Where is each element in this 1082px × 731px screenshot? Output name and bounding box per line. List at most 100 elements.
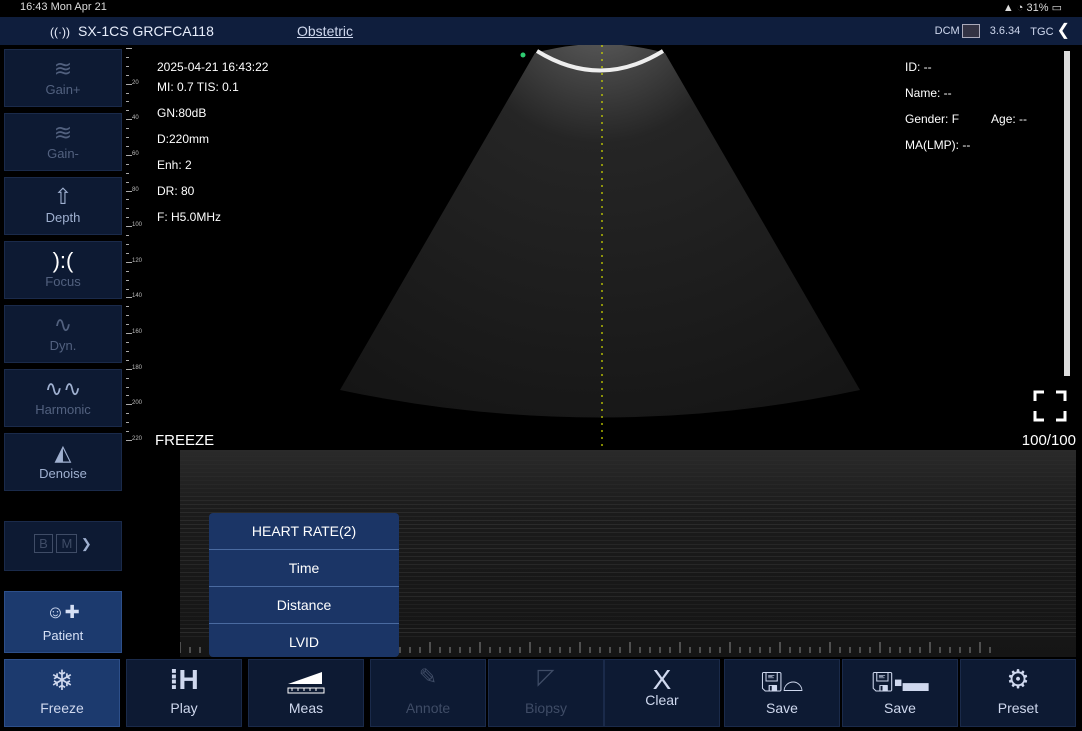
depth-label: Depth — [5, 210, 121, 225]
acquisition-info: 2025-04-21 16:43:22 MI: 0.7 TIS: 0.1 GN:… — [157, 54, 268, 230]
focus-button[interactable]: ):( Focus — [4, 241, 122, 299]
focus-icon: ):( — [5, 248, 121, 274]
m-mode-line — [180, 500, 1076, 501]
play-button[interactable]: ⁞H Play — [126, 659, 242, 727]
freeze-button[interactable]: ❄ Freeze — [4, 659, 120, 727]
depth-tick — [126, 66, 129, 67]
annote-button[interactable]: ✎ Annote — [370, 659, 486, 727]
biopsy-button[interactable]: ◸ Biopsy — [488, 659, 604, 727]
depth-tick-label: 220 — [132, 436, 142, 442]
gain-plus-button[interactable]: ≋ Gain+ — [4, 49, 122, 107]
save-cine-label: Save — [843, 700, 957, 716]
save-cine-button[interactable]: 🖫▪▬ Save — [842, 659, 958, 727]
dynamic-range-value: DR: 80 — [157, 178, 268, 204]
status-right: ▲ ◔ 31% ▭ — [1003, 1, 1062, 14]
patient-button[interactable]: ☺✚ Patient — [4, 591, 122, 653]
fullscreen-icon[interactable] — [1033, 390, 1067, 422]
mode-icons: B M ❯ — [5, 536, 121, 562]
preset-button[interactable]: ⚙ Preset — [960, 659, 1076, 727]
save-image-button[interactable]: 🖫⌓ Save — [724, 659, 840, 727]
patient-age: Age: -- — [991, 112, 1027, 126]
depth-tick — [126, 110, 129, 111]
depth-tick — [126, 128, 129, 129]
status-bar: 16:43 Mon Apr 21 ▲ ◔ 31% ▭ — [0, 0, 1082, 17]
depth-tick — [126, 75, 129, 76]
depth-tick — [126, 208, 129, 209]
m-mode-line — [180, 468, 1076, 469]
depth-icon: ⇧ — [5, 184, 121, 210]
depth-button[interactable]: ⇧ Depth — [4, 177, 122, 235]
patient-label: Patient — [5, 628, 121, 643]
tgc-label: TGC — [1030, 26, 1053, 38]
play-label: Play — [127, 700, 241, 716]
snowflake-icon: ❄ — [5, 664, 119, 700]
exam-preset-link[interactable]: Obstetric — [297, 23, 353, 39]
gear-icon: ⚙ — [961, 664, 1075, 700]
tgc-toggle[interactable]: TGC ❮ — [1030, 25, 1070, 38]
clear-button[interactable]: X Clear — [604, 659, 720, 727]
depth-tick — [126, 101, 129, 102]
depth-tick-label: 180 — [132, 365, 142, 371]
biopsy-icon: ◸ — [489, 664, 603, 700]
probe-indicator[interactable]: ((·)) SX-1CS GRCFCA118 — [50, 23, 214, 39]
m-mode-line — [180, 472, 1076, 473]
denoise-label: Denoise — [5, 466, 121, 481]
dcm-status[interactable]: DCM — [935, 24, 980, 38]
denoise-button[interactable]: ◭ Denoise — [4, 433, 122, 491]
depth-tick — [126, 289, 129, 290]
m-mode-line — [180, 496, 1076, 497]
patient-gender-age: Gender: F Age: -- — [905, 106, 1027, 132]
mode-b[interactable]: B — [34, 534, 53, 553]
orientation-marker — [521, 53, 526, 58]
m-mode-line — [180, 484, 1076, 485]
depth-tick-label: 200 — [132, 400, 142, 406]
depth-tick — [126, 199, 129, 200]
mode-selector[interactable]: B M ❯ — [4, 521, 122, 571]
gain-minus-button[interactable]: ≋ Gain- — [4, 113, 122, 171]
biopsy-label: Biopsy — [489, 700, 603, 716]
m-mode-line — [180, 456, 1076, 457]
m-mode-line — [180, 504, 1076, 505]
meas-button[interactable]: Meas — [248, 659, 364, 727]
meas-label: Meas — [249, 700, 363, 716]
depth-tick — [126, 93, 129, 94]
patient-info: ID: -- Name: -- Gender: F Age: -- MA(LMP)… — [905, 54, 1027, 158]
preset-label: Preset — [961, 700, 1075, 716]
menu-item-lvid[interactable]: LVID — [209, 624, 399, 660]
harmonic-button[interactable]: ∿∿ Harmonic — [4, 369, 122, 427]
harmonic-icon: ∿∿ — [5, 376, 121, 402]
gain-minus-icon: ≋ — [5, 120, 121, 146]
menu-item-heart-rate[interactable]: HEART RATE(2) — [209, 513, 399, 550]
wireless-icon: ((·)) — [50, 25, 70, 39]
depth-tick — [126, 378, 129, 379]
frequency-value: F: H5.0MHz — [157, 204, 268, 230]
mode-m[interactable]: M — [56, 534, 77, 553]
dyn-button[interactable]: ∿ Dyn. — [4, 305, 122, 363]
dyn-label: Dyn. — [5, 338, 121, 353]
depth-tick-label: 100 — [132, 222, 142, 228]
probe-name: SX-1CS GRCFCA118 — [78, 23, 214, 39]
menu-item-time[interactable]: Time — [209, 550, 399, 587]
play-cine-icon: ⁞H — [127, 664, 241, 700]
gain-minus-label: Gain- — [5, 146, 121, 161]
depth-tick — [126, 235, 129, 236]
depth-tick — [126, 413, 129, 414]
depth-tick — [126, 57, 129, 58]
save-cine-icon: 🖫▪▬ — [843, 664, 957, 700]
chevron-right-icon: ❯ — [81, 536, 92, 551]
top-bar: ((·)) SX-1CS GRCFCA118 Obstetric DCM 3.6.… — [0, 17, 1082, 45]
battery-level: 31% — [1027, 2, 1049, 14]
sector-scan — [340, 45, 860, 418]
gain-plus-label: Gain+ — [5, 82, 121, 97]
harmonic-label: Harmonic — [5, 402, 121, 417]
menu-item-distance[interactable]: Distance — [209, 587, 399, 624]
freeze-label: Freeze — [5, 700, 119, 716]
patient-icon: ☺✚ — [5, 602, 121, 628]
bottom-toolbar: ❄ Freeze ⁞H Play Meas ✎ Annote ◸ Biopsy … — [0, 657, 1082, 731]
depth-tick-label: 160 — [132, 329, 142, 335]
depth-tick — [126, 422, 129, 423]
dynamic-range-icon: ∿ — [5, 312, 121, 338]
clear-label: Clear — [605, 692, 719, 708]
depth-tick-label: 140 — [132, 293, 142, 299]
enhancement-value: Enh: 2 — [157, 152, 268, 178]
